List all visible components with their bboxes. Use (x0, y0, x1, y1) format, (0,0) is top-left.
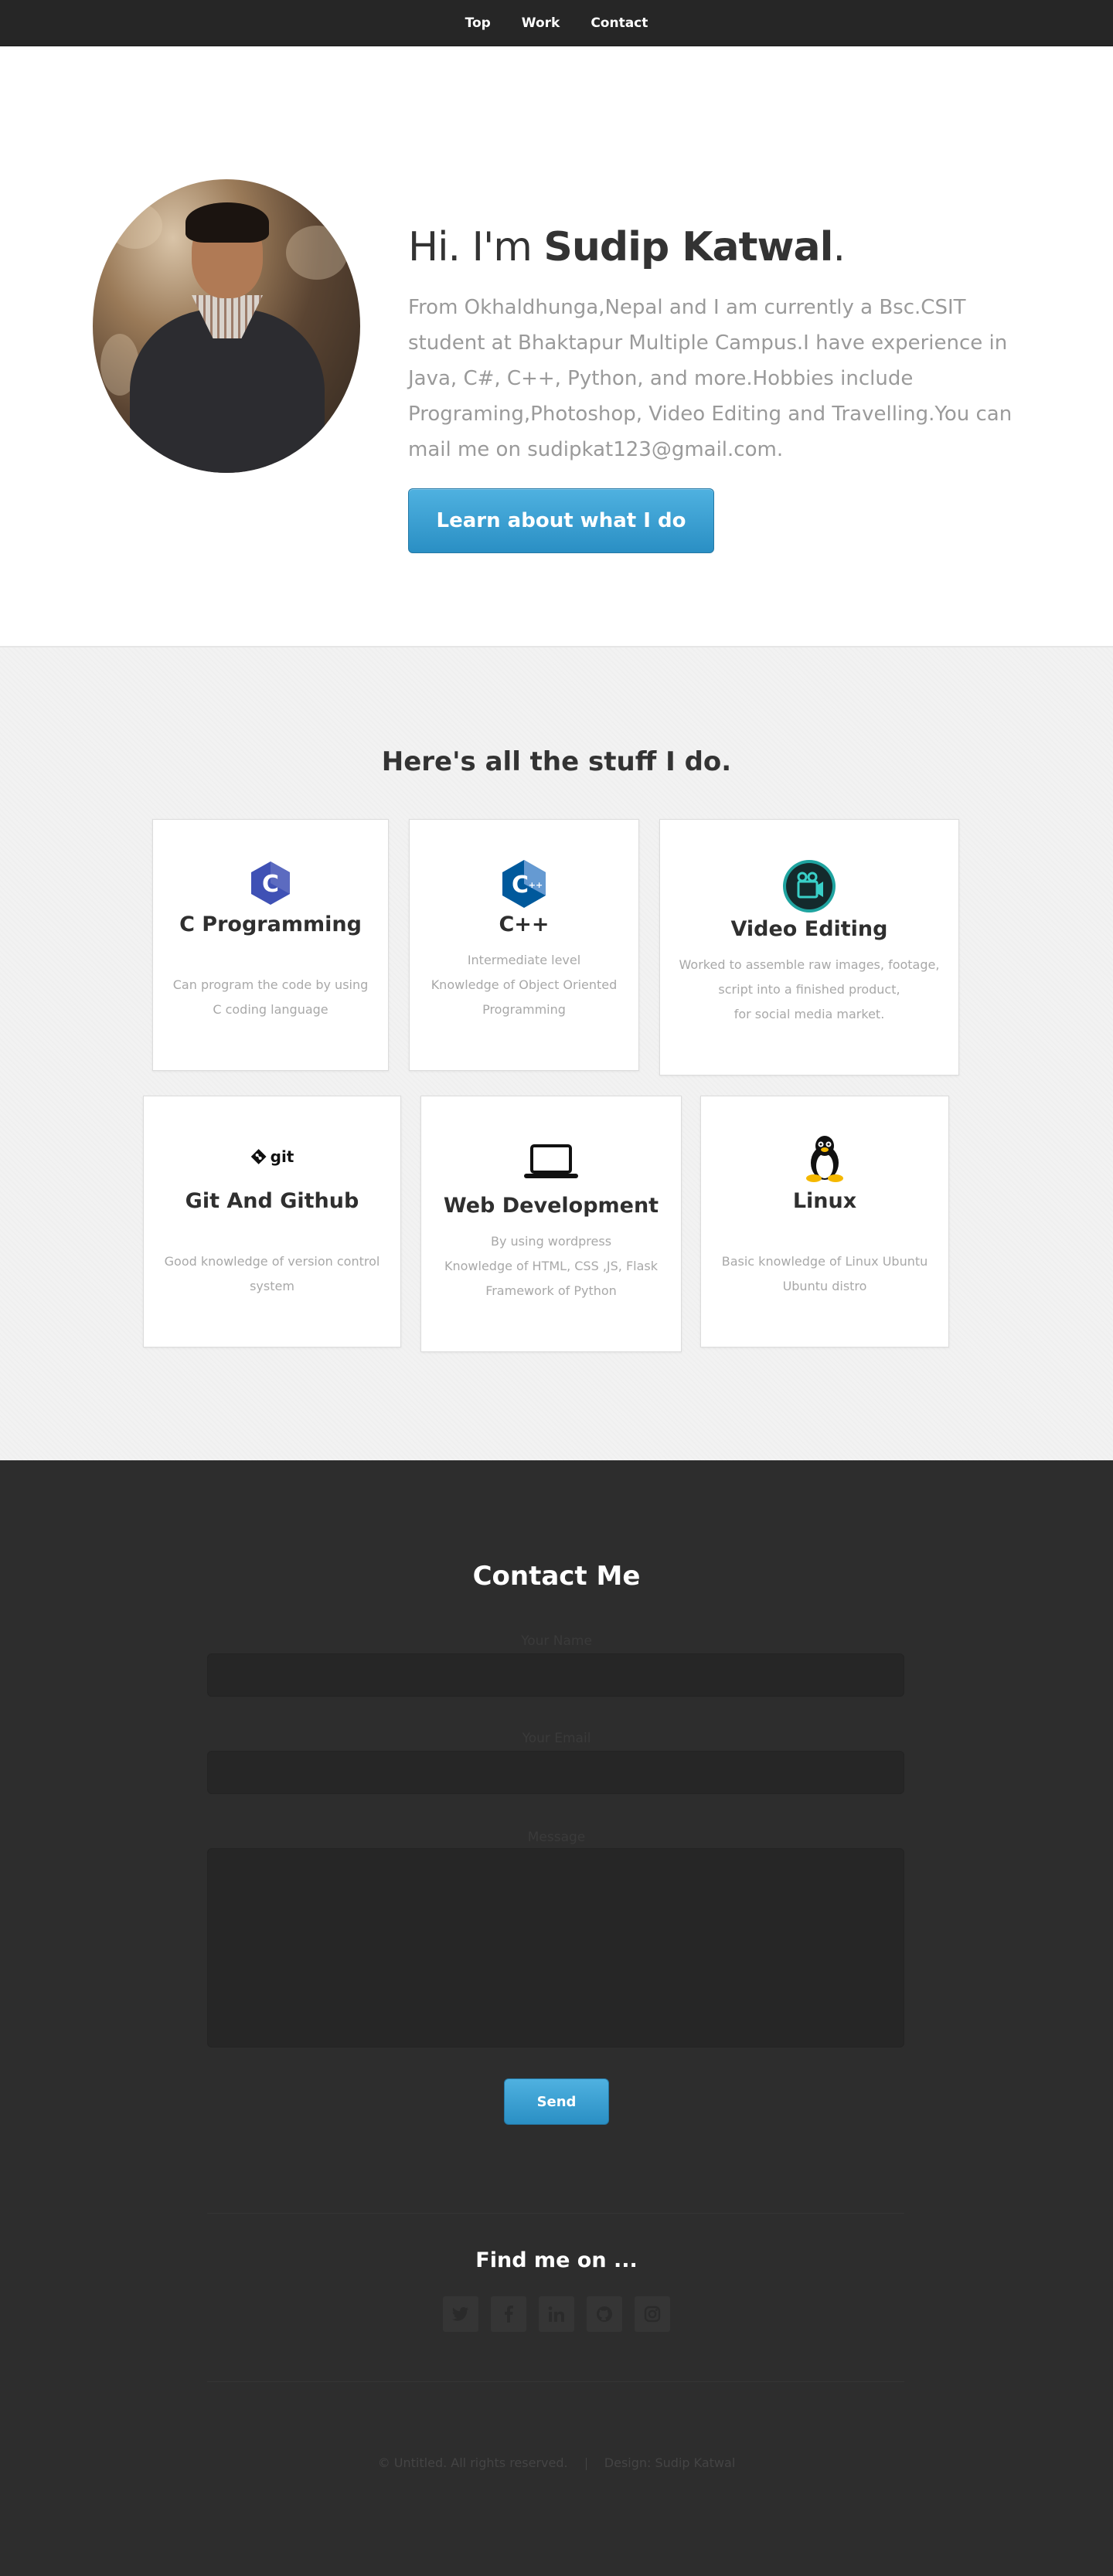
hero-description: From Okhaldhunga,Nepal and I am currentl… (408, 296, 1013, 462)
skill-desc-line: Can program the code by using (172, 977, 369, 992)
c-language-icon: C (249, 860, 292, 909)
work-section: Here's all the stuff I do. C C Programmi… (0, 647, 1113, 1460)
github-icon[interactable] (587, 2296, 622, 2332)
social-links (0, 2296, 1113, 2332)
skill-desc-line: script into a finished product, (718, 982, 900, 997)
hero-section: Hi. I'm Sudip Katwal. From Okhaldhunga,N… (0, 46, 1113, 647)
skill-desc-line: system (250, 1279, 294, 1293)
skill-title: Git And Github (185, 1189, 359, 1213)
nav-link-work[interactable]: Work (519, 9, 563, 37)
skill-desc-line: Ubuntu distro (782, 1279, 867, 1293)
message-label: Message (527, 1830, 586, 1845)
skill-title: C Programming (179, 912, 362, 936)
svg-text:++: ++ (529, 880, 543, 890)
git-logo-text: git (270, 1147, 294, 1166)
footer: © Untitled. All rights reserved. Design:… (0, 2455, 1113, 2470)
hero-intro: Hi. I'm Sudip Katwal. From Okhaldhunga,N… (408, 224, 1042, 467)
skill-card-video: Video Editing Worked to assemble raw ima… (659, 819, 959, 1076)
skill-title: Web Development (443, 1194, 659, 1218)
skill-desc-line: Basic knowledge of Linux Ubuntu (721, 1254, 928, 1269)
linkedin-icon[interactable] (539, 2296, 574, 2332)
design-credit: Design: Sudip Katwal (604, 2455, 736, 2470)
hero-name: Sudip Katwal (543, 224, 833, 270)
git-logo-icon: git (250, 1147, 294, 1166)
divider (207, 2381, 904, 2382)
hero-period: . (832, 224, 846, 270)
skill-card-linux: Linux Basic knowledge of Linux Ubuntu Ub… (700, 1096, 949, 1347)
name-label: Your Name (521, 1633, 592, 1649)
skill-desc-line: for social media market. (733, 1007, 885, 1021)
skill-desc-line: Worked to assemble raw images, footage, (679, 957, 940, 972)
cpp-language-icon: C ++ (500, 858, 548, 912)
skill-card-git: git Git And Github Good knowledge of ver… (143, 1096, 401, 1347)
skill-card-cpp: C ++ C++ Intermediate level Knowledge of … (409, 819, 639, 1071)
facebook-icon[interactable] (491, 2296, 526, 2332)
copyright-text: © Untitled. All rights reserved. (377, 2455, 568, 2470)
hero-heading: Hi. I'm Sudip Katwal. (408, 224, 1042, 270)
skill-desc-line: Knowledge of HTML, CSS ,JS, Flask (444, 1259, 658, 1273)
hero-greeting: Hi. I'm (408, 224, 544, 270)
skill-card-c: C C Programming Can program the code by … (152, 819, 389, 1071)
svg-text:C: C (512, 872, 529, 899)
skill-desc-line: Intermediate level (467, 953, 581, 967)
skill-title: C++ (499, 912, 550, 936)
nav-link-top[interactable]: Top (462, 9, 494, 37)
find-me-title: Find me on ... (475, 2248, 638, 2272)
work-title: Here's all the stuff I do. (381, 746, 732, 777)
contact-title: Contact Me (472, 1561, 641, 1592)
linux-penguin-icon (805, 1133, 845, 1186)
skill-desc-line: C coding language (213, 1002, 328, 1017)
footer-separator (585, 2457, 587, 2470)
divider (207, 2213, 904, 2214)
send-button[interactable]: Send (504, 2078, 609, 2125)
skill-title: Linux (792, 1189, 857, 1213)
laptop-icon (522, 1143, 580, 1184)
skill-title: Video Editing (730, 917, 888, 941)
skill-desc-line: By using wordpress (490, 1234, 612, 1249)
profile-avatar (93, 179, 360, 473)
skill-card-web: Web Development By using wordpress Knowl… (420, 1096, 682, 1352)
learn-more-button[interactable]: Learn about what I do (408, 488, 714, 553)
top-nav: Top Work Contact (0, 0, 1113, 46)
name-field[interactable] (207, 1653, 904, 1697)
instagram-icon[interactable] (635, 2296, 670, 2332)
twitter-icon[interactable] (443, 2296, 478, 2332)
message-textarea[interactable] (207, 1848, 904, 2048)
email-field[interactable] (207, 1751, 904, 1794)
skill-desc-line: Good knowledge of version control (164, 1254, 380, 1269)
email-label: Your Email (522, 1731, 591, 1746)
skill-desc-line: Knowledge of Object Oriented (431, 977, 618, 992)
skill-desc-line: Programming (482, 1002, 566, 1017)
video-camera-icon (781, 858, 837, 917)
svg-text:C: C (262, 871, 279, 898)
nav-link-contact[interactable]: Contact (587, 9, 651, 37)
skill-desc-line: Framework of Python (485, 1283, 617, 1298)
contact-section: Contact Me Your Name Your Email Message … (0, 1460, 1113, 2574)
